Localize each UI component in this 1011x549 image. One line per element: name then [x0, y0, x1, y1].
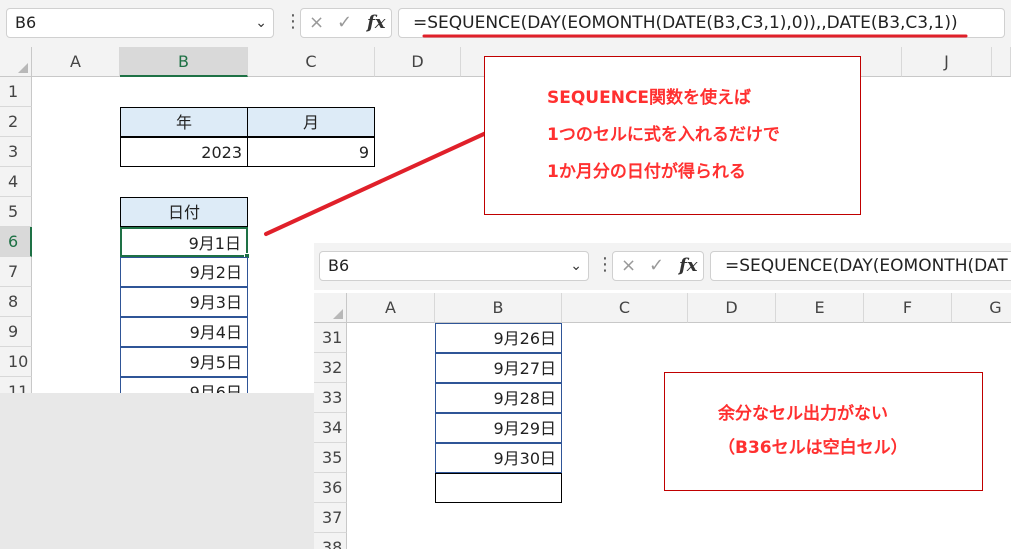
row-header[interactable]: 11: [0, 377, 32, 393]
close-icon[interactable]: ×: [309, 11, 324, 35]
row-header[interactable]: 4: [0, 167, 32, 197]
empty-cell-b36[interactable]: [435, 473, 562, 503]
column-header-j[interactable]: J: [902, 47, 992, 77]
close-icon[interactable]: ×: [621, 254, 636, 278]
date-header-cell[interactable]: 日付: [120, 197, 248, 227]
column-header-b[interactable]: B: [120, 47, 248, 77]
row-header[interactable]: 38: [314, 533, 347, 549]
row-header[interactable]: 7: [0, 257, 32, 287]
year-header-cell[interactable]: 年: [120, 107, 248, 137]
date-cell[interactable]: 9月4日: [120, 317, 248, 347]
select-all-corner[interactable]: [314, 293, 347, 323]
date-cell[interactable]: 9月3日: [120, 287, 248, 317]
month-header-cell[interactable]: 月: [247, 107, 375, 137]
name-box-value: B6: [328, 256, 350, 275]
insert-function-button[interactable]: fx: [367, 11, 385, 35]
date-cell[interactable]: 9月27日: [435, 353, 562, 383]
formula-input[interactable]: =SEQUENCE(DAY(EOMONTH(DAT: [710, 251, 1011, 281]
column-header-f[interactable]: F: [864, 293, 952, 323]
column-header-c[interactable]: C: [248, 47, 375, 77]
column-header-e[interactable]: E: [776, 293, 864, 323]
date-cell[interactable]: 9月30日: [435, 443, 562, 473]
formula-bar: B6 ⌄ ⋮ × ✓ fx =SEQUENCE(DAY(EOMONTH(DAT: [314, 243, 1011, 290]
name-box[interactable]: B6 ⌄: [6, 8, 274, 38]
active-date-cell[interactable]: 9月1日: [120, 227, 248, 257]
column-header-a[interactable]: A: [32, 47, 120, 77]
row-header[interactable]: 33: [314, 383, 347, 413]
chevron-down-icon[interactable]: ⌄: [570, 252, 582, 280]
column-header-g[interactable]: G: [952, 293, 1011, 323]
row-header[interactable]: 10: [0, 347, 32, 377]
row-header-selected[interactable]: 6: [0, 227, 32, 257]
date-cell[interactable]: 9月2日: [120, 257, 248, 287]
formula-input[interactable]: =SEQUENCE(DAY(EOMONTH(DATE(B3,C3,1),0)),…: [398, 8, 1005, 38]
row-header[interactable]: 9: [0, 317, 32, 347]
date-cell[interactable]: 9月6日: [120, 377, 248, 393]
column-header-k[interactable]: [992, 47, 1011, 77]
row-header[interactable]: 2: [0, 107, 32, 137]
date-cell[interactable]: 9月29日: [435, 413, 562, 443]
row-header[interactable]: 37: [314, 503, 347, 533]
date-cell[interactable]: 9月26日: [435, 323, 562, 353]
check-icon[interactable]: ✓: [337, 11, 352, 35]
row-header[interactable]: 32: [314, 353, 347, 383]
row-header[interactable]: 3: [0, 137, 32, 167]
date-cell[interactable]: 9月28日: [435, 383, 562, 413]
row-header[interactable]: 34: [314, 413, 347, 443]
formula-buttons: × ✓ fx: [612, 251, 704, 281]
date-cell[interactable]: 9月5日: [120, 347, 248, 377]
column-header-b[interactable]: B: [435, 293, 562, 323]
callout-top-line: SEQUENCE関数を使えば: [547, 88, 752, 108]
callout-bottom: 余分なセル出力がない （B36セルは空白セル）: [664, 372, 983, 491]
callout-top-line: 1か月分の日付が得られる: [547, 162, 746, 182]
name-box[interactable]: B6 ⌄: [319, 251, 589, 281]
check-icon[interactable]: ✓: [649, 254, 664, 278]
year-value-cell[interactable]: 2023: [120, 137, 248, 167]
row-header[interactable]: 35: [314, 443, 347, 473]
row-header[interactable]: 5: [0, 197, 32, 227]
row-header[interactable]: 8: [0, 287, 32, 317]
callout-bottom-line: 余分なセル出力がない: [718, 404, 888, 424]
formula-bar: B6 ⌄ ⋮ × ✓ fx =SEQUENCE(DAY(EOMONTH(DATE…: [0, 0, 1011, 47]
month-value-cell[interactable]: 9: [247, 137, 375, 167]
column-header-d[interactable]: D: [375, 47, 461, 77]
row-header[interactable]: 36: [314, 473, 347, 503]
column-header-c[interactable]: C: [562, 293, 688, 323]
callout-top-line: 1つのセルに式を入れるだけで: [547, 125, 780, 145]
row-header[interactable]: 31: [314, 323, 347, 353]
callout-bottom-line: （B36セルは空白セル）: [718, 438, 908, 458]
chevron-down-icon[interactable]: ⌄: [255, 9, 267, 37]
column-header-a[interactable]: A: [347, 293, 435, 323]
formula-buttons: × ✓ fx: [300, 8, 392, 38]
name-box-value: B6: [15, 13, 37, 32]
insert-function-button[interactable]: fx: [679, 254, 697, 278]
callout-top: SEQUENCE関数を使えば 1つのセルに式を入れるだけで 1か月分の日付が得ら…: [484, 56, 861, 215]
row-header[interactable]: 1: [0, 77, 32, 107]
select-all-corner[interactable]: [0, 47, 32, 77]
column-header-d[interactable]: D: [688, 293, 776, 323]
